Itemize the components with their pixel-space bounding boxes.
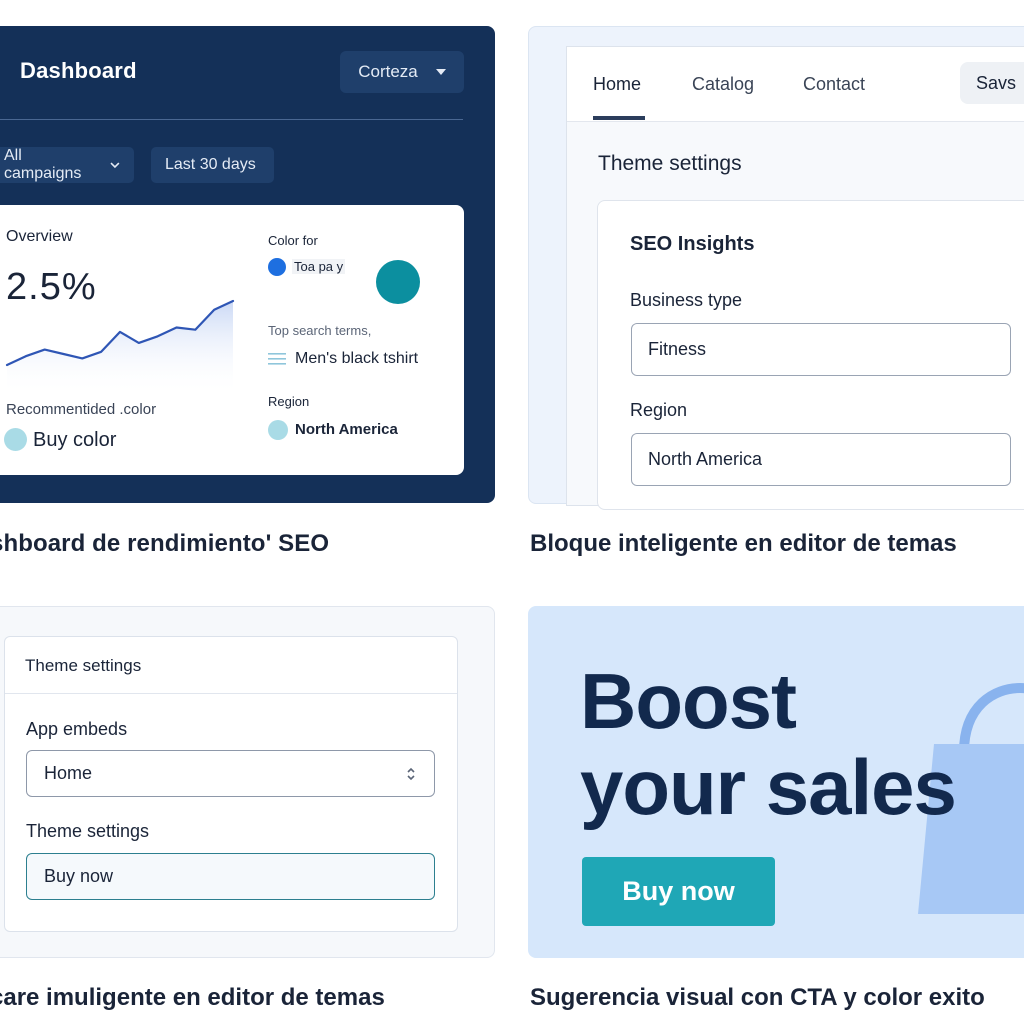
color-for-swatch bbox=[268, 258, 286, 276]
caption-dashboard: shboard de rendimiento' SEO bbox=[0, 530, 330, 557]
seo-insights-title: SEO Insights bbox=[630, 233, 755, 255]
active-tab-indicator bbox=[593, 116, 645, 120]
date-range-label: Last 30 days bbox=[165, 156, 256, 173]
recommended-color-value: Buy color bbox=[33, 429, 117, 451]
nav-tab-home[interactable]: Home bbox=[593, 74, 641, 95]
app-embeds-label: App embeds bbox=[26, 719, 128, 739]
business-type-value: Fitness bbox=[648, 339, 707, 359]
promo-headline-line2: your sales bbox=[580, 743, 957, 831]
promo-headline-line1: Boost bbox=[580, 657, 797, 745]
color-preview-swatch[interactable] bbox=[376, 260, 420, 304]
color-for-label: Color for bbox=[268, 233, 318, 248]
overview-label: Overview bbox=[6, 228, 73, 245]
business-type-label: Business type bbox=[630, 290, 743, 310]
dashboard-title: Dashboard bbox=[20, 58, 137, 83]
region-label: Region bbox=[268, 394, 310, 409]
recommended-color-swatch bbox=[4, 428, 27, 451]
theme-settings-heading: Theme settings bbox=[598, 152, 742, 175]
caption-theme-editor: Bloque inteligente en editor de temas bbox=[530, 530, 957, 557]
theme-settings-header: Theme settings bbox=[25, 656, 142, 675]
save-button[interactable]: Savs bbox=[960, 62, 1024, 104]
campaigns-filter-label: All campaigns bbox=[4, 147, 82, 182]
region-swatch bbox=[268, 420, 288, 440]
chevron-down-icon bbox=[435, 69, 446, 75]
nav-tab-contact[interactable]: Contact bbox=[803, 74, 865, 95]
region-value: North America bbox=[295, 421, 398, 438]
account-dropdown[interactable]: Corteza bbox=[340, 51, 464, 93]
app-embeds-value: Home bbox=[44, 763, 93, 783]
color-for-value: Toa pa y bbox=[292, 259, 346, 274]
select-arrows-icon bbox=[407, 767, 415, 780]
region-field[interactable]: North America bbox=[631, 433, 1011, 486]
list-icon bbox=[268, 353, 286, 365]
app-embeds-select[interactable]: Home bbox=[26, 750, 435, 797]
campaigns-filter[interactable]: All campaigns bbox=[0, 147, 134, 183]
buy-now-button[interactable]: Buy now bbox=[582, 857, 775, 926]
caption-app-embeds: care imuligente en editor de temas bbox=[0, 984, 385, 1011]
trend-area bbox=[7, 301, 233, 395]
theme-settings-input[interactable]: Buy now bbox=[26, 853, 435, 900]
region-field-label: Region bbox=[630, 400, 688, 420]
chevron-down-icon bbox=[110, 161, 120, 168]
business-type-field[interactable]: Fitness bbox=[631, 323, 1011, 376]
card-divider bbox=[5, 693, 457, 694]
recommended-color-label: Recommentided .color bbox=[6, 401, 157, 418]
theme-settings-label: Theme settings bbox=[26, 821, 150, 841]
region-field-value: North America bbox=[648, 449, 763, 469]
overview-trend-chart bbox=[5, 299, 235, 395]
caption-promo: Sugerencia visual con CTA y color exito bbox=[530, 984, 985, 1011]
nav-tab-catalog[interactable]: Catalog bbox=[692, 74, 754, 95]
search-terms-label: Top search terms, bbox=[268, 323, 372, 338]
account-name: Corteza bbox=[358, 62, 418, 81]
search-term-value: Men's black tshirt bbox=[295, 350, 419, 367]
header-divider bbox=[0, 119, 463, 120]
theme-settings-value: Buy now bbox=[44, 866, 114, 886]
date-range-filter[interactable]: Last 30 days bbox=[151, 147, 274, 183]
